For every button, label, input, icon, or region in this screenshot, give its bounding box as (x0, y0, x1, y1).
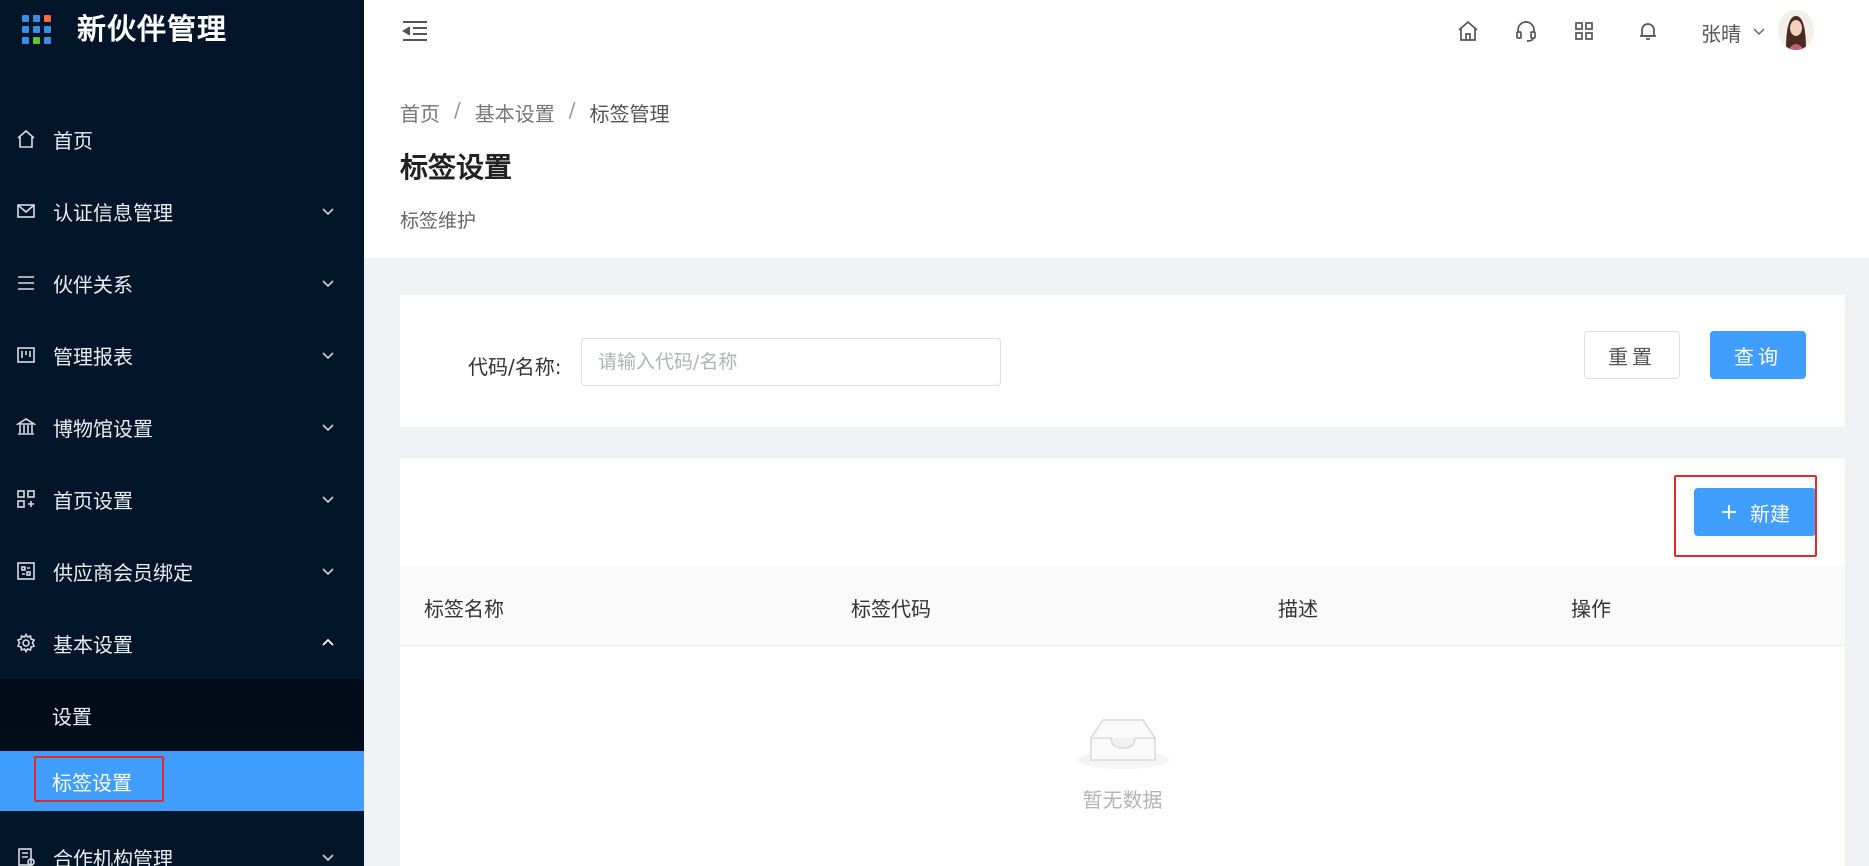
table-header: 标签名称 标签代码 描述 操作 (400, 566, 1845, 646)
chevron-down-icon (322, 854, 334, 862)
logo-dot (22, 14, 29, 22)
search-label: 代码/名称: (468, 355, 562, 379)
logo-dot (33, 36, 40, 44)
search-input[interactable] (581, 338, 1001, 386)
chevron-down-icon (322, 208, 334, 216)
sidebar-menu: 首页 认证信息管理 伙伴关系 管理报表 博物馆设置 首页设置 供应商会员绑定 基… (0, 103, 364, 866)
sidebar-item-label: 认证信息管理 (53, 200, 173, 225)
chevron-up-icon (322, 638, 334, 646)
column-header-tag-code: 标签代码 (851, 597, 931, 621)
reset-button[interactable]: 重置 (1584, 331, 1680, 379)
page-title: 标签设置 (400, 151, 513, 184)
chevron-down-icon (322, 280, 334, 288)
highlight-box (1674, 475, 1817, 557)
chevron-down-icon (322, 568, 334, 576)
logo-dot (44, 25, 51, 33)
sidebar-item-cert-info[interactable]: 认证信息管理 (0, 175, 364, 247)
page-header: 首页 / 基本设置 / 标签管理 标签设置 标签维护 (364, 78, 1869, 258)
highlight-box (34, 756, 164, 802)
column-header-actions: 操作 (1571, 597, 1611, 621)
sidebar-item-label: 合作机构管理 (53, 846, 173, 866)
bind-icon (15, 560, 37, 582)
logo-dot (33, 25, 40, 33)
logo-row: 新伙伴管理 (0, 0, 364, 62)
chevron-down-icon (322, 424, 334, 432)
search-panel: 代码/名称: 重置 查询 (400, 295, 1845, 427)
sidebar-item-museum[interactable]: 博物馆设置 (0, 391, 364, 463)
column-header-description: 描述 (1278, 597, 1318, 621)
report-icon (15, 344, 37, 366)
chevron-down-icon (322, 352, 334, 360)
grid-icon[interactable] (1572, 19, 1596, 43)
avatar[interactable] (1778, 10, 1814, 50)
sidebar-item-home-settings[interactable]: 首页设置 (0, 463, 364, 535)
logo-dot (44, 14, 51, 22)
sidebar-item-label: 基本设置 (53, 632, 133, 657)
headset-icon[interactable] (1514, 19, 1538, 43)
sidebar-item-label: 博物馆设置 (53, 416, 153, 441)
page-description: 标签维护 (400, 210, 477, 232)
breadcrumb: 首页 / 基本设置 / 标签管理 (400, 98, 670, 127)
column-header-tag-name: 标签名称 (424, 597, 504, 621)
sidebar-item-partner-orgs[interactable]: 合作机构管理 (0, 821, 364, 866)
empty-text: 暂无数据 (1082, 788, 1163, 812)
sidebar-item-label: 伙伴关系 (53, 272, 133, 297)
chevron-down-icon[interactable] (1752, 24, 1766, 38)
gear-icon (15, 632, 37, 654)
sidebar-item-supplier-binding[interactable]: 供应商会员绑定 (0, 535, 364, 607)
sidebar-subitem-tag-settings[interactable]: 标签设置 (0, 751, 364, 811)
logo-dot (22, 36, 29, 44)
sidebar-item-label: 首页 (53, 128, 93, 153)
chevron-down-icon (322, 496, 334, 504)
app-logo-icon (22, 14, 51, 44)
logo-dot (44, 36, 51, 44)
basic-settings-submenu: 设置 标签设置 (0, 679, 364, 811)
breadcrumb-item-home[interactable]: 首页 (400, 98, 440, 127)
query-button[interactable]: 查询 (1710, 331, 1806, 379)
breadcrumb-separator: / (454, 98, 461, 122)
table-panel: 新建 标签名称 标签代码 描述 操作 暂无数据 (400, 458, 1845, 866)
breadcrumb-separator: / (568, 98, 576, 122)
sidebar-item-label: 首页设置 (53, 488, 133, 513)
menu-fold-icon[interactable] (400, 16, 430, 46)
list-icon (15, 272, 37, 294)
apps-icon (15, 488, 37, 510)
bell-icon[interactable] (1636, 19, 1660, 43)
sidebar-item-label: 供应商会员绑定 (53, 560, 193, 585)
sidebar-subitem-settings[interactable]: 设置 (0, 679, 364, 751)
breadcrumb-item-tag-management: 标签管理 (589, 102, 670, 126)
breadcrumb-item-basic-settings[interactable]: 基本设置 (475, 98, 555, 127)
sidebar-item-label: 管理报表 (53, 344, 133, 369)
home-icon[interactable] (1456, 19, 1480, 43)
top-header: 张晴 (364, 0, 1869, 78)
empty-inbox-icon (1076, 719, 1169, 769)
sidebar-item-partners[interactable]: 伙伴关系 (0, 247, 364, 319)
sidebar-item-home[interactable]: 首页 (0, 103, 364, 175)
logo-dot (22, 25, 29, 33)
sidebar-item-basic-settings[interactable]: 基本设置 (0, 607, 364, 679)
home-icon (15, 128, 37, 150)
app-title: 新伙伴管理 (77, 12, 228, 46)
sidebar-item-reports[interactable]: 管理报表 (0, 319, 364, 391)
mail-icon (15, 200, 37, 222)
logo-dot (33, 14, 40, 22)
sidebar: 新伙伴管理 首页 认证信息管理 伙伴关系 管理报表 博物馆设置 首页设置 供应商… (0, 0, 364, 866)
user-name[interactable]: 张晴 (1701, 18, 1741, 47)
museum-icon (15, 416, 37, 438)
doc-icon (15, 846, 37, 866)
empty-state: 暂无数据 (400, 708, 1845, 813)
